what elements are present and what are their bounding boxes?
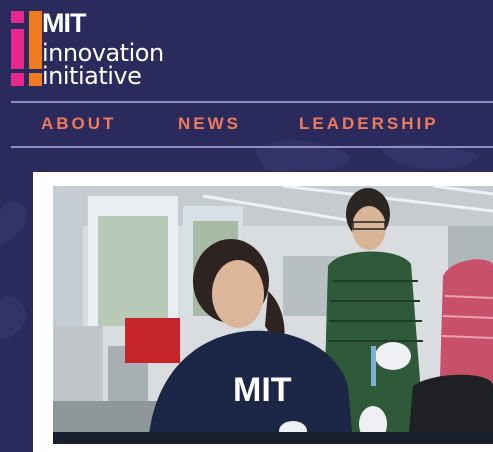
nav-item-leadership[interactable]: LEADERSHIP xyxy=(299,114,439,134)
main-navigation: ABOUT NEWS LEADERSHIP xyxy=(0,104,493,144)
lab-photo-illustration: MIT xyxy=(53,186,493,444)
nav-bottom-divider xyxy=(11,146,493,148)
exclamation-logo-mark xyxy=(11,11,42,86)
nav-item-news[interactable]: NEWS xyxy=(178,114,241,134)
hero-lab-photo: MIT xyxy=(53,186,493,444)
logo-line-initiative: initiative xyxy=(42,62,142,90)
shirt-mit-text: MIT xyxy=(233,371,292,409)
mit-innovation-initiative-logo[interactable]: MIT innovation initiative xyxy=(11,8,181,90)
nav-item-about[interactable]: ABOUT xyxy=(41,114,116,134)
nav-top-divider xyxy=(11,101,493,103)
logo-mit-wordmark: MIT xyxy=(42,8,86,38)
